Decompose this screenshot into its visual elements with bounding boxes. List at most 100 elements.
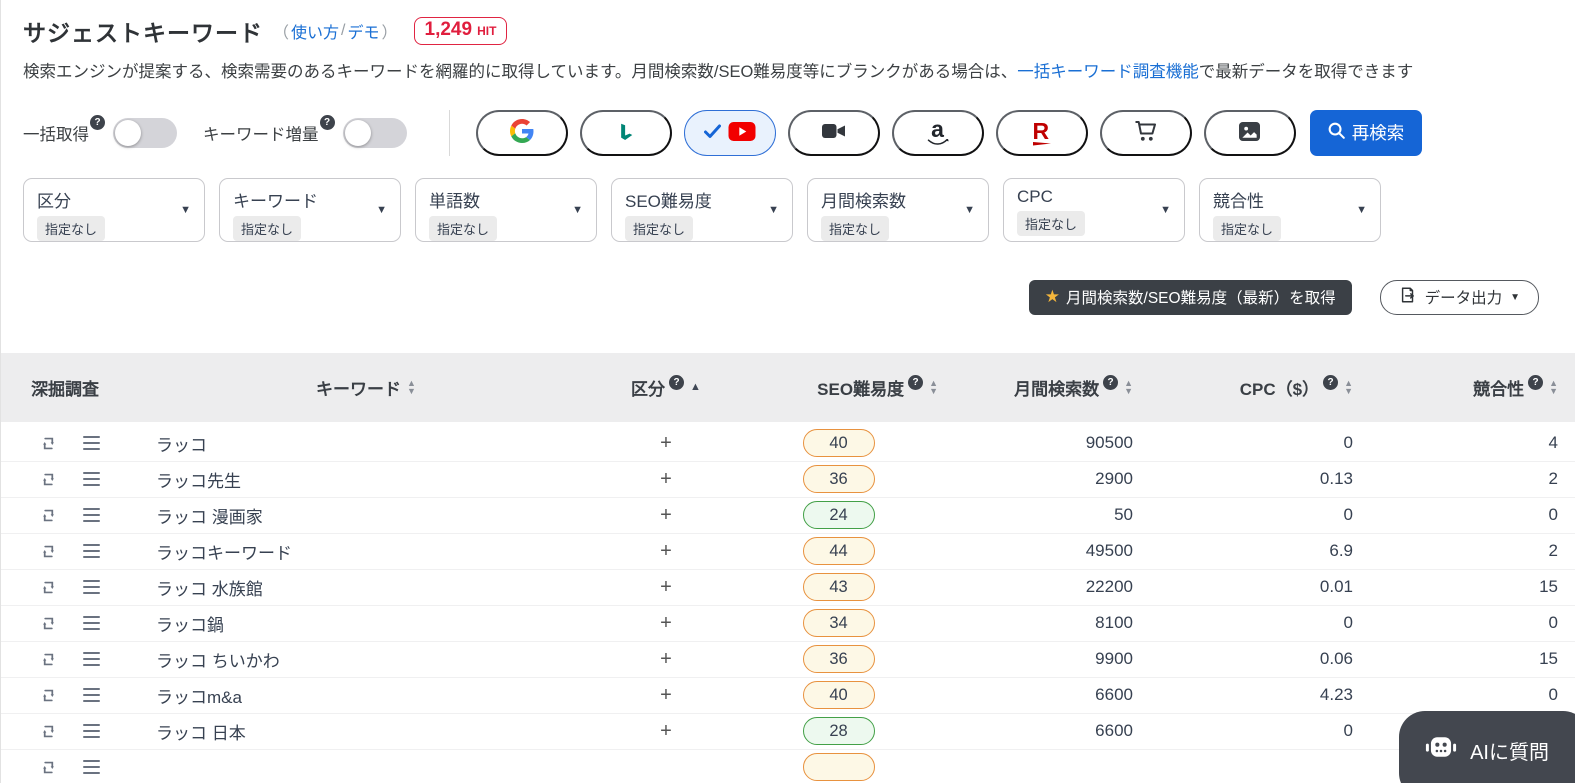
filter-keyword[interactable]: キーワード 指定なし ▼ xyxy=(219,178,401,242)
filter-monthly-volume[interactable]: 月間検索数 指定なし ▼ xyxy=(807,178,989,242)
column-header-comp[interactable]: 競合性 ? ▲▼ xyxy=(1361,375,1575,400)
kubun-add-cell[interactable]: + xyxy=(601,468,731,491)
column-header-keyword[interactable]: キーワード ▲▼ xyxy=(131,375,601,400)
chevron-down-icon: ▼ xyxy=(1510,292,1520,303)
deep-dive-icon[interactable] xyxy=(39,686,58,705)
help-icon[interactable]: ? xyxy=(1103,375,1118,390)
comp-cell: 2 xyxy=(1361,541,1575,561)
row-action-icons xyxy=(1,686,131,705)
kubun-add-cell[interactable]: + xyxy=(601,432,731,455)
engine-google-button[interactable] xyxy=(476,110,568,156)
deep-dive-icon[interactable] xyxy=(39,470,58,489)
menu-icon[interactable] xyxy=(83,616,100,630)
ask-ai-button[interactable]: AIに質問 xyxy=(1399,711,1575,783)
deep-dive-icon[interactable] xyxy=(39,506,58,525)
usage-link[interactable]: 使い方 xyxy=(291,19,339,43)
seo-difficulty-pill xyxy=(803,753,875,781)
deep-dive-icon[interactable] xyxy=(39,650,58,669)
boost-toggle-switch[interactable] xyxy=(343,118,407,148)
column-header-volume[interactable]: 月間検索数 ? ▲▼ xyxy=(946,375,1141,400)
help-icon[interactable]: ? xyxy=(669,375,684,390)
kubun-add-cell[interactable]: + xyxy=(601,504,731,527)
deep-dive-icon[interactable] xyxy=(39,722,58,741)
youtube-icon xyxy=(728,121,756,145)
kubun-add-cell[interactable]: + xyxy=(601,576,731,599)
engine-video-button[interactable] xyxy=(788,110,880,156)
deep-dive-icon[interactable] xyxy=(39,578,58,597)
row-action-icons xyxy=(1,614,131,633)
keyword-cell: ラッコ 日本 xyxy=(131,719,601,744)
deep-dive-icon[interactable] xyxy=(39,758,58,777)
menu-icon[interactable] xyxy=(83,508,100,522)
engine-youtube-button[interactable] xyxy=(684,110,776,156)
deep-dive-icon[interactable] xyxy=(39,434,58,453)
filter-value-chip: 指定なし xyxy=(233,216,301,241)
help-icon[interactable]: ? xyxy=(1528,375,1543,390)
column-header-seo[interactable]: SEO難易度 ? ▲▼ xyxy=(731,375,946,400)
menu-icon[interactable] xyxy=(83,652,100,666)
menu-icon[interactable] xyxy=(83,760,100,774)
seo-cell: 40 xyxy=(731,681,946,709)
bulk-toggle-switch[interactable] xyxy=(113,118,177,148)
table-header-row: 深掘調査 キーワード ▲▼ 区分 ? ▲ SEO難易度 ? ▲▼ 月間検索数 ?… xyxy=(1,353,1575,422)
research-button[interactable]: 再検索 xyxy=(1310,110,1422,156)
column-header-cpc[interactable]: CPC（$） ? ▲▼ xyxy=(1141,375,1361,400)
engine-shopping-button[interactable] xyxy=(1100,110,1192,156)
engine-rakuten-button[interactable]: R xyxy=(996,110,1088,156)
help-icon[interactable]: ? xyxy=(320,115,335,130)
menu-icon[interactable] xyxy=(83,580,100,594)
fetch-latest-button[interactable]: ★ 月間検索数/SEO難易度（最新）を取得 xyxy=(1029,280,1352,315)
star-icon: ★ xyxy=(1045,287,1060,307)
filter-label: 単語数 xyxy=(429,187,584,212)
help-icon[interactable]: ? xyxy=(1323,375,1338,390)
menu-icon[interactable] xyxy=(83,544,100,558)
bulk-research-link[interactable]: 一括キーワード調査機能 xyxy=(1017,63,1199,81)
column-header-kubun[interactable]: 区分 ? ▲ xyxy=(601,375,731,400)
fetch-latest-label: 月間検索数/SEO難易度（最新）を取得 xyxy=(1066,286,1336,308)
filter-seo-difficulty[interactable]: SEO難易度 指定なし ▼ xyxy=(611,178,793,242)
kubun-add-cell[interactable]: + xyxy=(601,648,731,671)
seo-cell: 40 xyxy=(731,429,946,457)
menu-icon[interactable] xyxy=(83,472,100,486)
deep-dive-icon[interactable] xyxy=(39,614,58,633)
chevron-down-icon: ▼ xyxy=(1356,204,1367,216)
kubun-add-cell[interactable]: + xyxy=(601,540,731,563)
filter-cpc[interactable]: CPC 指定なし ▼ xyxy=(1003,178,1185,242)
filter-competition[interactable]: 競合性 指定なし ▼ xyxy=(1199,178,1381,242)
cpc-cell: 0 xyxy=(1141,433,1361,453)
volume-cell: 6600 xyxy=(946,721,1141,741)
table-row: ラッコ 漫画家 + 24 50 0 0 xyxy=(1,498,1575,534)
engine-image-button[interactable] xyxy=(1204,110,1296,156)
data-export-button[interactable]: データ出力 ▼ xyxy=(1380,280,1539,315)
row-action-icons xyxy=(1,650,131,669)
filter-label: 月間検索数 xyxy=(821,187,976,212)
chevron-down-icon: ▼ xyxy=(1160,204,1171,216)
chevron-down-icon: ▼ xyxy=(180,204,191,216)
demo-link[interactable]: デモ xyxy=(347,19,379,43)
filter-kubun[interactable]: 区分 指定なし ▼ xyxy=(23,178,205,242)
engine-bing-button[interactable] xyxy=(580,110,672,156)
hit-count-badge: 1,249 HIT xyxy=(414,17,508,45)
chevron-down-icon: ▼ xyxy=(768,204,779,216)
deep-dive-icon[interactable] xyxy=(39,542,58,561)
sort-icon: ▲▼ xyxy=(1549,379,1558,395)
keyword-table: 深掘調査 キーワード ▲▼ 区分 ? ▲ SEO難易度 ? ▲▼ 月間検索数 ?… xyxy=(1,353,1575,783)
seo-difficulty-pill: 40 xyxy=(803,429,875,457)
table-row: ラッコ鍋 + 34 8100 0 0 xyxy=(1,606,1575,642)
engine-amazon-button[interactable]: a xyxy=(892,110,984,156)
kubun-add-cell[interactable]: + xyxy=(601,720,731,743)
row-action-icons xyxy=(1,542,131,561)
video-camera-icon xyxy=(821,121,846,144)
filter-label: キーワード xyxy=(233,187,388,212)
kubun-add-cell[interactable]: + xyxy=(601,612,731,635)
filter-value-chip: 指定なし xyxy=(1017,211,1085,236)
menu-icon[interactable] xyxy=(83,436,100,450)
seo-cell: 36 xyxy=(731,645,946,673)
menu-icon[interactable] xyxy=(83,688,100,702)
help-icon[interactable]: ? xyxy=(908,375,923,390)
help-icon[interactable]: ? xyxy=(90,115,105,130)
filter-word-count[interactable]: 単語数 指定なし ▼ xyxy=(415,178,597,242)
keyword-cell: ラッコm&a xyxy=(131,683,601,708)
kubun-add-cell[interactable]: + xyxy=(601,684,731,707)
menu-icon[interactable] xyxy=(83,724,100,738)
